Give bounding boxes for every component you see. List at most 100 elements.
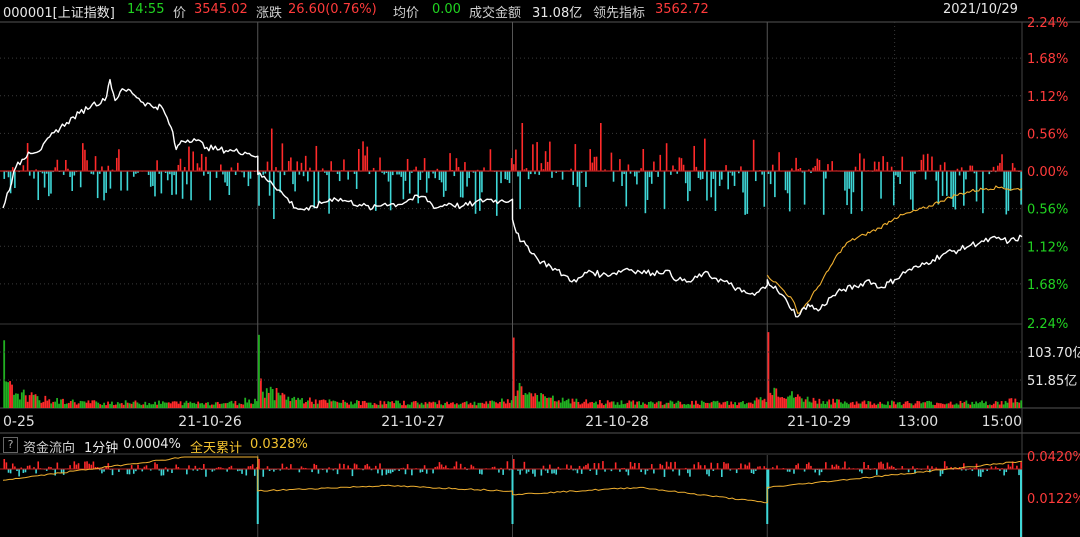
volume-bar bbox=[628, 400, 631, 408]
volume-bar bbox=[261, 391, 264, 408]
volume-bar bbox=[334, 401, 337, 408]
fund-flow-title[interactable]: 资金流向 bbox=[23, 437, 75, 456]
fund-flow-bar bbox=[721, 469, 723, 477]
fund-flow-bar bbox=[627, 469, 630, 476]
volume-bar bbox=[749, 402, 752, 408]
fund-flow-bar bbox=[54, 469, 57, 476]
flow-bar bbox=[423, 158, 426, 171]
volume-bar bbox=[896, 402, 899, 408]
fund-flow-bar bbox=[156, 464, 158, 469]
volume-bar bbox=[761, 400, 764, 408]
help-icon[interactable]: ? bbox=[3, 437, 18, 453]
volume-bar bbox=[863, 400, 866, 408]
flow-bar bbox=[366, 146, 369, 171]
flow-bar bbox=[355, 171, 358, 189]
flow-bar bbox=[442, 171, 445, 197]
y-tick-label: 1.68% bbox=[1027, 278, 1068, 293]
volume-bar bbox=[169, 403, 172, 408]
volume-bar bbox=[691, 400, 693, 408]
flow-bar bbox=[1009, 171, 1012, 191]
flow-bar bbox=[774, 171, 776, 198]
flow-bar bbox=[899, 171, 901, 184]
fund-flow-bar bbox=[878, 462, 880, 469]
flow-bar bbox=[771, 164, 774, 171]
fund-flow-bar bbox=[980, 469, 982, 477]
minute-flow-value: 0.0004% bbox=[123, 437, 181, 452]
volume-bar bbox=[887, 401, 889, 408]
flow-bar bbox=[610, 152, 613, 171]
volume-bar bbox=[710, 402, 713, 408]
flow-bar bbox=[65, 159, 67, 171]
volume-bar bbox=[203, 404, 205, 408]
volume-bar bbox=[579, 404, 582, 408]
period-selector[interactable]: 1分钟 bbox=[84, 437, 118, 456]
volume-bar bbox=[87, 400, 90, 408]
volume-bar bbox=[834, 402, 836, 408]
volume-bar bbox=[943, 404, 946, 408]
volume-bar bbox=[806, 396, 809, 408]
flow-bar bbox=[969, 165, 971, 171]
volume-bar bbox=[424, 402, 427, 408]
volume-bar bbox=[218, 403, 221, 408]
volume-bar bbox=[618, 404, 621, 408]
volume-bar bbox=[473, 401, 476, 408]
fund-flow-bar bbox=[825, 462, 827, 469]
volume-bar bbox=[718, 402, 721, 408]
fund-flow-bar bbox=[205, 469, 207, 477]
volume-bar bbox=[920, 403, 923, 408]
volume-bar bbox=[583, 401, 586, 408]
volume-bar bbox=[679, 401, 682, 408]
volume-bar bbox=[689, 404, 691, 408]
flow-bar bbox=[646, 171, 649, 200]
flow-bar bbox=[589, 149, 591, 171]
flow-bar bbox=[362, 141, 364, 171]
volume-bar bbox=[148, 403, 151, 408]
volume-bar bbox=[134, 400, 137, 408]
flow-bar bbox=[572, 171, 575, 186]
flow-bar bbox=[478, 171, 481, 211]
flow-bar bbox=[701, 171, 704, 179]
fund-flow-bar bbox=[1007, 464, 1010, 469]
flow-bar bbox=[946, 171, 948, 196]
volume-bar bbox=[120, 403, 123, 408]
flow-bar bbox=[115, 157, 118, 171]
volume-bar bbox=[753, 400, 756, 408]
volume-bar bbox=[46, 400, 49, 408]
index-code[interactable]: 000001[上证指数] bbox=[3, 2, 115, 21]
flow-bar bbox=[94, 156, 97, 171]
fund-flow-bar bbox=[693, 464, 696, 469]
flow-bar bbox=[307, 171, 309, 182]
volume-bar bbox=[540, 393, 543, 408]
volume-bar bbox=[85, 402, 88, 408]
fund-flow-bar bbox=[317, 469, 320, 474]
volume-bar bbox=[195, 403, 198, 408]
volume-bar bbox=[265, 388, 268, 408]
flow-bar bbox=[551, 171, 553, 178]
volume-bar bbox=[128, 403, 131, 408]
volume-bar bbox=[814, 400, 817, 408]
flow-bar bbox=[954, 171, 957, 210]
y-tick-label: 0.56% bbox=[1027, 203, 1068, 218]
fund-flow-bar bbox=[587, 463, 589, 469]
avg-price-label: 均价 bbox=[393, 6, 420, 21]
flow-bar bbox=[935, 171, 938, 181]
flow-bar bbox=[464, 162, 466, 171]
flow-bar bbox=[727, 171, 729, 190]
volume-bar bbox=[740, 402, 742, 408]
fund-flow-bar bbox=[347, 465, 349, 469]
volume-bar bbox=[389, 401, 392, 408]
volume-bar bbox=[794, 397, 797, 408]
volume-bar bbox=[504, 403, 507, 408]
volume-bar bbox=[969, 404, 972, 408]
volume-bar bbox=[548, 397, 550, 408]
volume-bar bbox=[160, 403, 162, 408]
fund-flow-bar bbox=[704, 465, 706, 469]
fund-flow-bar bbox=[1020, 462, 1022, 469]
fund-flow-bar bbox=[411, 469, 413, 476]
volume-bar bbox=[461, 402, 464, 408]
fund-flow-bar bbox=[740, 463, 742, 469]
volume-bar bbox=[569, 403, 572, 408]
volume-bar bbox=[365, 402, 368, 408]
flow-bar bbox=[270, 128, 273, 171]
volume-bar bbox=[340, 402, 343, 408]
